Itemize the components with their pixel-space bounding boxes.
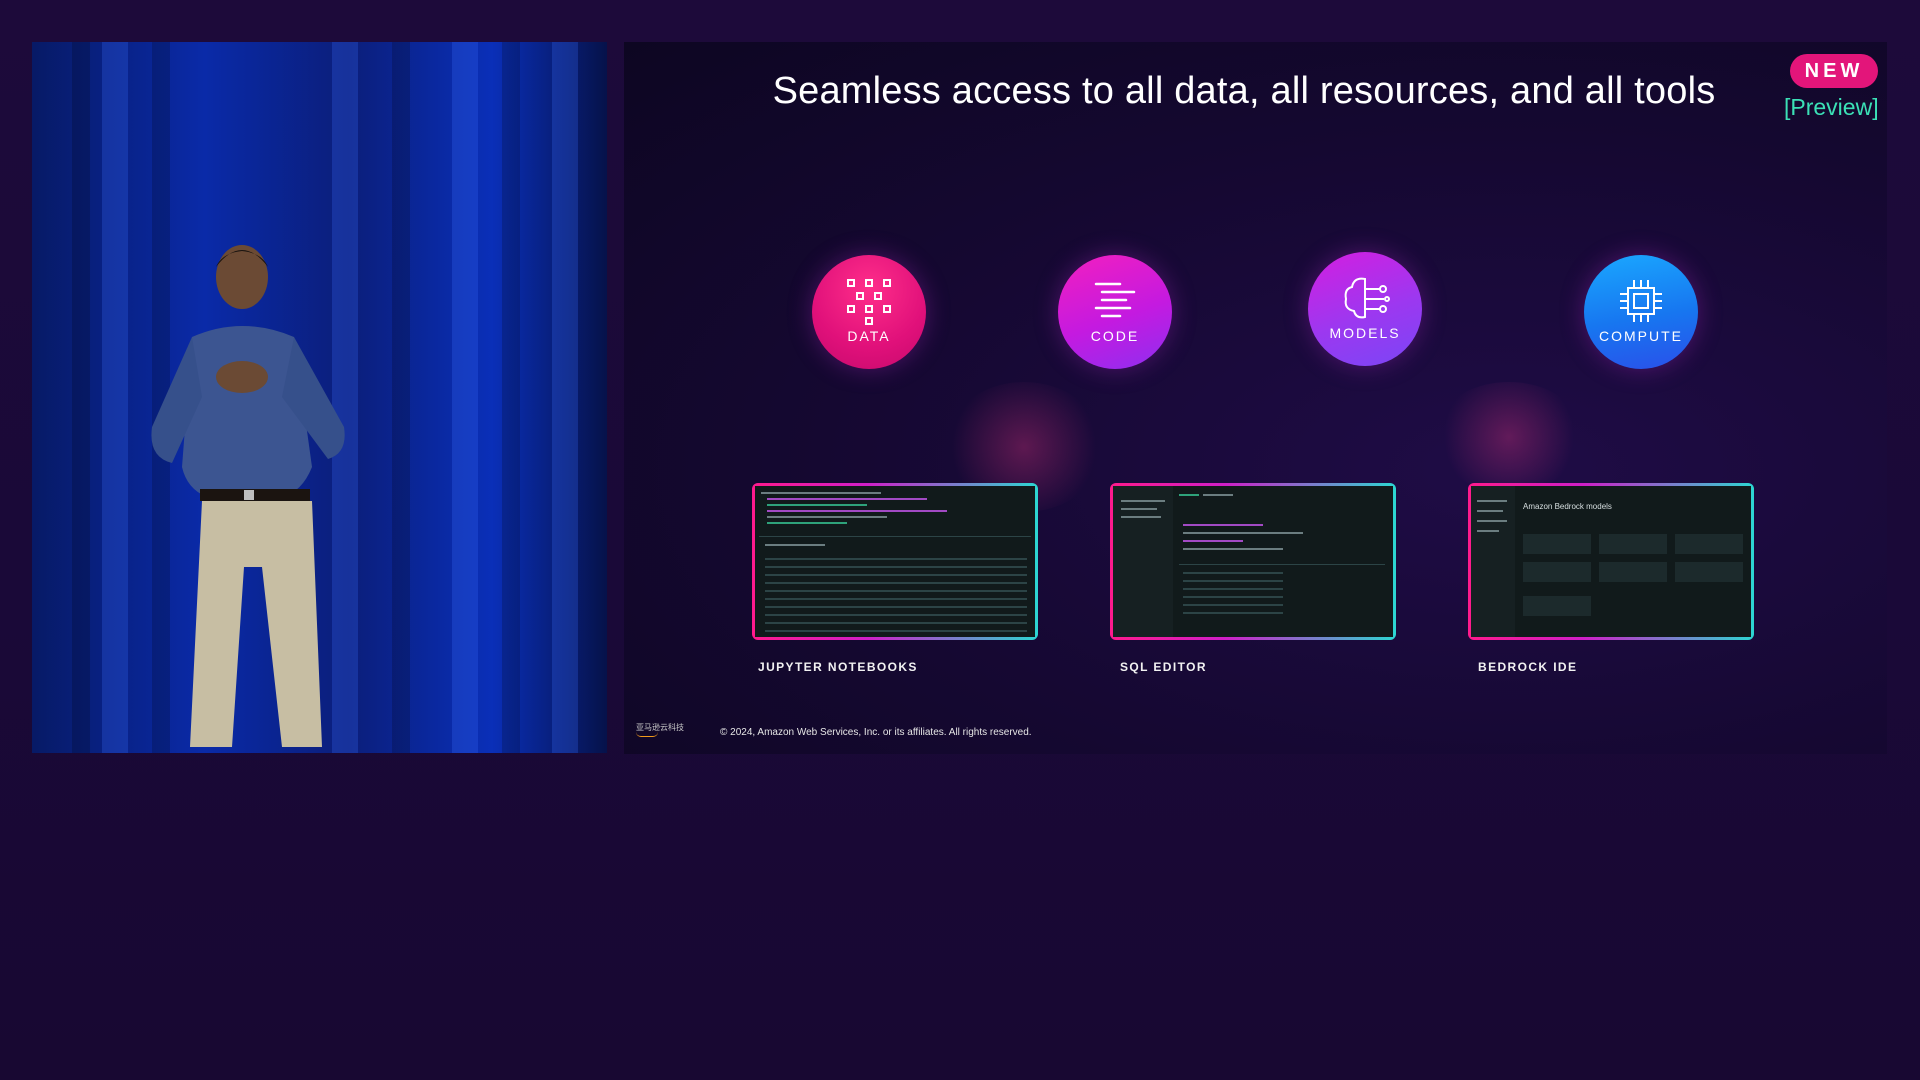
presenter-figure bbox=[151, 245, 345, 747]
preview-tag: [Preview] bbox=[1784, 94, 1879, 120]
chip-icon bbox=[1620, 280, 1662, 322]
pillar-data: DATA bbox=[812, 255, 926, 369]
pillar-label: DATA bbox=[847, 328, 891, 344]
aws-smile-icon bbox=[636, 732, 658, 737]
caption-jupyter-notebooks: JUPYTER NOTEBOOKS bbox=[758, 660, 918, 674]
bedrock-ide-screenshot: Amazon Bedrock models bbox=[1468, 483, 1754, 640]
presentation-slide: Seamless access to all data, all resourc… bbox=[624, 42, 1887, 754]
presenter-video-feed bbox=[32, 42, 607, 753]
pillar-label: COMPUTE bbox=[1599, 328, 1683, 344]
caption-sql-editor: SQL EDITOR bbox=[1120, 660, 1207, 674]
pillar-models: MODELS bbox=[1308, 252, 1422, 366]
copyright-notice: © 2024, Amazon Web Services, Inc. or its… bbox=[720, 727, 1032, 738]
pillar-label: CODE bbox=[1090, 328, 1140, 344]
pillar-code: CODE bbox=[1058, 255, 1172, 369]
caption-bedrock-ide: BEDROCK IDE bbox=[1478, 660, 1578, 674]
particle-cloud bbox=[1434, 382, 1584, 492]
code-lines-icon bbox=[1094, 282, 1136, 318]
bedrock-screen-title: Amazon Bedrock models bbox=[1523, 502, 1612, 511]
data-grid-icon bbox=[847, 279, 891, 325]
aws-logo: 亚马逊云科技 bbox=[636, 722, 684, 737]
jupyter-notebooks-screenshot bbox=[752, 483, 1038, 640]
new-badge: NEW bbox=[1790, 54, 1878, 88]
brain-circuit-icon bbox=[1344, 277, 1390, 319]
aws-logo-text: 亚马逊云科技 bbox=[636, 723, 684, 732]
pillar-label: MODELS bbox=[1329, 325, 1401, 341]
pillar-compute: COMPUTE bbox=[1584, 255, 1698, 369]
sql-editor-screenshot bbox=[1110, 483, 1396, 640]
slide-title: Seamless access to all data, all resourc… bbox=[772, 70, 1716, 112]
